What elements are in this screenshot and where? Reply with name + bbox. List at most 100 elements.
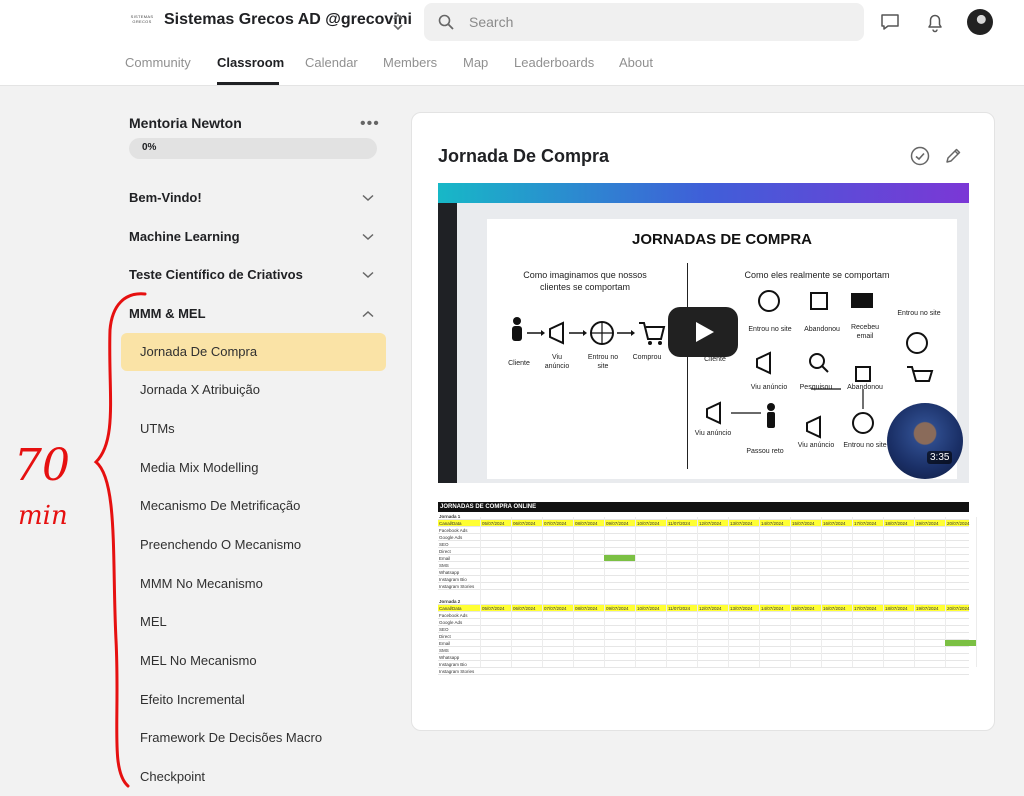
- sheet-cell: Whatsapp: [439, 655, 460, 660]
- sheet-cell: Canal/Data: [439, 606, 462, 611]
- sheet-highlight-cell: [945, 640, 976, 646]
- sheet-cell: Email: [439, 556, 451, 561]
- sheet-date-cell: 07/07/2024: [544, 521, 567, 526]
- lesson-title: Jornada De Compra: [438, 146, 610, 166]
- more-options-icon[interactable]: •••: [360, 115, 380, 133]
- sheet-row: SEO: [438, 626, 969, 633]
- canva-toolbar: [438, 183, 969, 203]
- canva-sidebar: [438, 203, 457, 483]
- spreadsheet-image: JORNADAS DE COMPRA ONLINE Jornada 1 Canal…: [438, 502, 977, 675]
- section-teste-cientifico[interactable]: Teste Científico de Criativos: [129, 267, 303, 282]
- sheet-date-cell: 19/07/2024: [916, 521, 939, 526]
- sheet-row: SEO: [438, 541, 969, 548]
- sheet-date-cell: 15/07/2024: [792, 606, 815, 611]
- sheet-gridline: [604, 517, 605, 667]
- chat-icon[interactable]: [879, 11, 901, 33]
- section-bem-vindo[interactable]: Bem-Vindo!: [129, 190, 202, 205]
- sheet-cell: SMS: [439, 648, 449, 653]
- sheet-date-cell: 07/07/2024: [544, 606, 567, 611]
- sheet-date-cell: 06/07/2024: [513, 606, 536, 611]
- lesson-item[interactable]: MMM No Mecanismo: [121, 565, 386, 603]
- sheet-date-cell: 15/07/2024: [792, 521, 815, 526]
- sheet-gridline: [852, 517, 853, 667]
- sheet-gridline: [728, 517, 729, 667]
- lesson-item[interactable]: Preenchendo O Mecanismo: [121, 526, 386, 564]
- sheet-row: Whatsapp: [438, 654, 969, 661]
- chevron-down-icon[interactable]: [362, 194, 374, 202]
- group-name[interactable]: Sistemas Grecos AD @grecovini: [164, 11, 412, 29]
- lesson-label: Efeito Incremental: [140, 692, 245, 707]
- sheet-date-cell: 05/07/2024: [482, 521, 505, 526]
- sheet-row: Instagram Stories: [438, 668, 969, 675]
- tab-map[interactable]: Map: [463, 55, 488, 70]
- journey-label: Entrou no site: [897, 310, 941, 317]
- tab-community[interactable]: Community: [125, 55, 191, 70]
- top-bar: SISTEMAS GRECOS Sistemas Grecos AD @grec…: [0, 0, 1024, 86]
- sheet-date-cell: 06/07/2024: [513, 521, 536, 526]
- chevron-up-icon[interactable]: [362, 310, 374, 318]
- tab-calendar[interactable]: Calendar: [305, 55, 358, 70]
- sheet-date-cell: 12/07/2024: [699, 606, 722, 611]
- sheet-row: SMS: [438, 647, 969, 654]
- chevron-down-icon[interactable]: [362, 233, 374, 241]
- sheet-gridline: [573, 517, 574, 667]
- sheet-date-cell: 16/07/2024: [823, 606, 846, 611]
- chevron-down-icon[interactable]: [362, 271, 374, 279]
- sheet-date-cell: 09/07/2024: [606, 521, 629, 526]
- bell-icon[interactable]: [924, 11, 946, 33]
- sheet-date-cell: 14/07/2024: [761, 606, 784, 611]
- sheet-gridline: [883, 517, 884, 667]
- tab-members[interactable]: Members: [383, 55, 437, 70]
- pencil-icon[interactable]: [943, 146, 963, 166]
- group-switcher-icon[interactable]: [391, 11, 405, 33]
- tab-classroom[interactable]: Classroom: [217, 55, 284, 70]
- lesson-label: Media Mix Modelling: [140, 460, 259, 475]
- journey-label: Viu anúncio: [694, 430, 732, 437]
- lesson-item[interactable]: UTMs: [121, 410, 386, 448]
- sheet-row: Google Ads: [438, 534, 969, 541]
- lesson-label: Preenchendo O Mecanismo: [140, 537, 302, 552]
- section-mmm-mel[interactable]: MMM & MEL: [129, 306, 206, 321]
- lesson-item[interactable]: Mecanismo De Metrificação: [121, 487, 386, 525]
- sheet-row: Canal/Data 05/07/2024 06/07/2024 07/07/2024…: [438, 520, 970, 527]
- sheet-date-cell: 18/07/2024: [885, 606, 908, 611]
- lesson-item[interactable]: Jornada X Atribuição: [121, 371, 386, 409]
- lesson-label: Mecanismo De Metrificação: [140, 498, 301, 513]
- lesson-item[interactable]: Efeito Incremental: [121, 681, 386, 719]
- tab-about[interactable]: About: [619, 55, 653, 70]
- sheet-date-cell: 17/07/2024: [854, 521, 877, 526]
- sheet-date-cell: 20/07/2024: [947, 521, 970, 526]
- lesson-item[interactable]: MEL: [121, 603, 386, 641]
- journey-label: Abandonou: [804, 326, 840, 333]
- step-label: Comprou: [632, 354, 662, 361]
- step-label: Cliente: [508, 360, 530, 367]
- sheet-gridline: [821, 517, 822, 667]
- sheet-cell: Facebook Ads: [439, 528, 468, 533]
- lesson-card: Jornada De Compra JORNADAS DE COMPRA Com…: [411, 112, 995, 731]
- lesson-item[interactable]: Checkpoint: [121, 758, 386, 796]
- sheet-date-cell: 16/07/2024: [823, 521, 846, 526]
- sheet-date-cell: 13/07/2024: [730, 606, 753, 611]
- play-button[interactable]: [668, 307, 738, 357]
- journey-label: Viu anúncio: [797, 442, 835, 449]
- mark-complete-icon[interactable]: [910, 146, 930, 166]
- avatar[interactable]: [967, 9, 993, 35]
- lesson-item[interactable]: Jornada De Compra: [121, 333, 386, 371]
- lesson-item[interactable]: Media Mix Modelling: [121, 449, 386, 487]
- sheet-cell: Canal/Data: [439, 521, 462, 526]
- sheet-row: Facebook Ads: [438, 527, 969, 534]
- tab-leaderboards[interactable]: Leaderboards: [514, 55, 594, 70]
- sheet-gridline: [790, 517, 791, 667]
- video-player[interactable]: JORNADAS DE COMPRA Como imaginamos que n…: [438, 183, 969, 483]
- sheet-date-cell: 08/07/2024: [575, 521, 598, 526]
- sheet-cell: Google Ads: [439, 620, 463, 625]
- sheet-row: Jornada 2: [438, 598, 969, 605]
- sheet-date-cell: 11/07/2024: [668, 521, 691, 526]
- lesson-item[interactable]: MEL No Mecanismo: [121, 642, 386, 680]
- search-input[interactable]: Search: [424, 3, 864, 41]
- group-logo[interactable]: SISTEMAS GRECOS: [127, 14, 157, 28]
- sheet-row: Canal/Data 05/07/2024 06/07/2024 07/07/2024…: [438, 605, 970, 612]
- lesson-item[interactable]: Framework De Decisões Macro: [121, 719, 386, 757]
- sheet-cell: Jornada 2: [439, 599, 461, 604]
- section-machine-learning[interactable]: Machine Learning: [129, 229, 240, 244]
